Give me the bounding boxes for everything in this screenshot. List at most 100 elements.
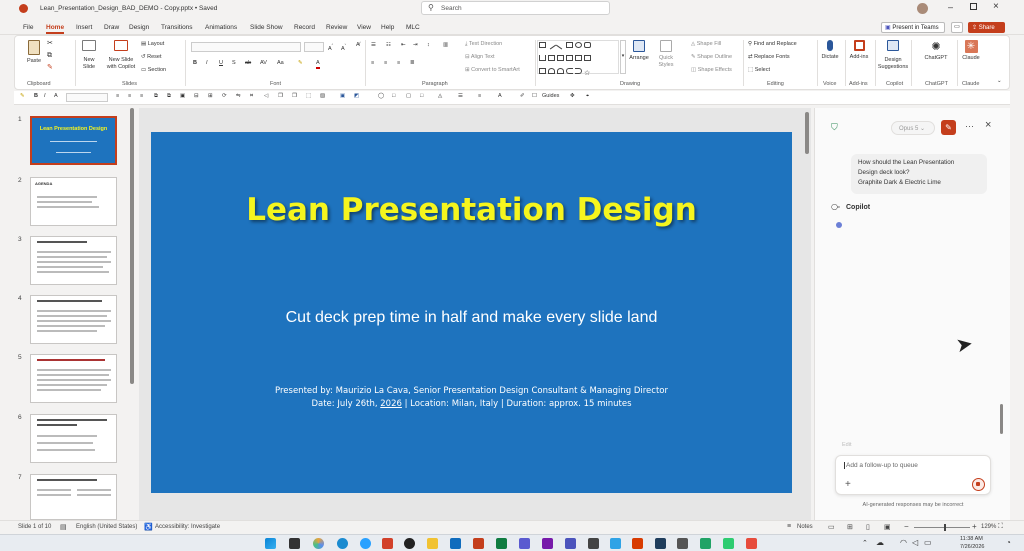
bold-button[interactable]: B	[193, 60, 197, 67]
rounded-rect-shape-icon[interactable]	[584, 42, 591, 48]
app-icon[interactable]	[519, 538, 530, 549]
action-shape-icon[interactable]	[539, 68, 546, 74]
shape-outline-button[interactable]: ✎ Shape Outline	[691, 54, 732, 61]
tab-animations[interactable]: Animations	[205, 24, 237, 31]
rectangle-shape-icon[interactable]: □	[392, 93, 395, 100]
font-color-icon[interactable]: A	[54, 93, 58, 100]
tray-clock-date[interactable]: 7/26/2026	[960, 544, 984, 550]
rectangle-shape-icon[interactable]: □	[420, 93, 423, 100]
file-explorer-icon[interactable]	[427, 538, 438, 549]
excel-icon[interactable]	[496, 538, 507, 549]
align-left-icon[interactable]: ≡	[371, 60, 374, 67]
powerpoint-app-icon[interactable]	[473, 538, 484, 549]
followup-input[interactable]: Add a follow-up to queue	[844, 462, 918, 469]
char-spacing-icon[interactable]: AV	[260, 60, 267, 67]
battery-icon[interactable]: ▭	[924, 538, 932, 547]
wifi-icon[interactable]: ◠	[900, 538, 907, 547]
tab-design[interactable]: Design	[129, 24, 149, 31]
task-view-icon[interactable]	[289, 538, 300, 549]
shapes-gallery[interactable]: ☆	[537, 40, 619, 77]
notes-button[interactable]: Notes	[797, 524, 813, 530]
restore-button[interactable]	[970, 3, 977, 10]
language-status[interactable]: English (United States)	[76, 524, 137, 530]
tray-chevron-icon[interactable]: ⌃	[862, 539, 868, 547]
share-button[interactable]: ⇪ Share	[968, 22, 1005, 33]
more-options-icon[interactable]: ⋯	[965, 121, 974, 132]
current-slide[interactable]: Lean Presentation Design Cut deck prep t…	[151, 132, 792, 493]
chatgpt-button[interactable]: ✺ ChatGPT	[923, 40, 949, 62]
app-icon[interactable]	[588, 538, 599, 549]
bullets-icon[interactable]: ☰	[371, 42, 376, 49]
right-arrow-shape-icon[interactable]	[566, 55, 573, 61]
qat-font-dropdown[interactable]	[66, 93, 108, 102]
shrink-font-icon[interactable]: Aˇ	[341, 42, 346, 53]
tray-icon[interactable]: ☁	[876, 538, 884, 547]
shapes-more-button[interactable]: ▾	[620, 40, 626, 74]
app-icon[interactable]	[700, 538, 711, 549]
app-icon[interactable]	[632, 538, 643, 549]
slideshow-icon[interactable]: ▣	[884, 523, 891, 531]
thumbnail-slide-1[interactable]: Lean Presentation Design	[30, 116, 117, 165]
model-selector[interactable]: Opus 5 ⌄	[891, 121, 935, 135]
app-icon[interactable]	[382, 538, 393, 549]
zoom-slider[interactable]	[914, 524, 970, 531]
stop-button[interactable]	[972, 478, 985, 491]
fit-slide-icon[interactable]: ⛶	[998, 523, 1003, 531]
collapse-ribbon-icon[interactable]: ⌄	[997, 78, 1002, 85]
line-spacing-icon[interactable]: ↕	[427, 42, 430, 49]
rectangle-shape-icon[interactable]	[566, 42, 573, 48]
arrow-left-icon[interactable]: ◁	[264, 93, 268, 100]
columns-icon[interactable]: ▥	[443, 42, 448, 49]
decrease-indent-icon[interactable]: ⇤	[401, 42, 406, 49]
tab-review[interactable]: Review	[326, 24, 347, 31]
dictate-button[interactable]: Dictate	[818, 40, 842, 61]
font-color-icon[interactable]: A	[498, 93, 502, 100]
thumbnail-slide-7[interactable]	[30, 474, 117, 520]
font-name-dropdown[interactable]	[191, 42, 301, 52]
arrange-button[interactable]: Arrange	[628, 40, 650, 62]
brace-shape-icon[interactable]	[575, 68, 582, 74]
app-icon[interactable]	[677, 538, 688, 549]
present-in-teams-button[interactable]: ▣ Present in Teams	[881, 22, 945, 33]
tab-record[interactable]: Record	[294, 24, 315, 31]
editor-scrollbar[interactable]	[805, 112, 809, 154]
pentagon-shape-icon[interactable]	[584, 55, 591, 61]
windows-start-icon[interactable]	[265, 538, 276, 549]
teams-app-icon[interactable]	[565, 538, 576, 549]
attach-plus-icon[interactable]: +	[845, 479, 851, 490]
notification-icon[interactable]: ◔	[1006, 538, 1011, 547]
selection-pane-icon[interactable]: ⬚	[306, 93, 311, 100]
app-icon[interactable]	[723, 538, 734, 549]
thumbnails-scrollbar[interactable]	[130, 108, 134, 384]
underline-button[interactable]: U	[219, 60, 223, 67]
elbow-connector-icon[interactable]	[557, 55, 564, 61]
chatgpt-app-icon[interactable]	[404, 538, 415, 549]
text-box-icon[interactable]: ▣	[340, 93, 345, 100]
thumbnail-slide-5[interactable]	[30, 354, 117, 403]
fill-color-icon[interactable]: ◬	[438, 93, 442, 100]
outline-icon[interactable]: ☰	[458, 93, 463, 100]
align-objects-icon[interactable]: ⊟	[194, 93, 199, 100]
tab-draw[interactable]: Draw	[104, 24, 119, 31]
line-shape-icon[interactable]	[555, 40, 566, 50]
align-right-icon[interactable]: ≡	[140, 93, 143, 100]
bring-forward-icon[interactable]: ⧉	[154, 93, 158, 100]
numbering-icon[interactable]: ☷	[386, 42, 391, 49]
reading-view-icon[interactable]: ▯	[866, 523, 870, 531]
align-left-icon[interactable]: ≡	[116, 93, 119, 100]
slide-date-line[interactable]: Date: July 26th, 2026 | Location: Milan,…	[151, 399, 792, 409]
font-size-dropdown[interactable]	[304, 42, 324, 52]
picture-icon[interactable]: ▨	[320, 93, 325, 100]
thumbnail-slide-4[interactable]	[30, 295, 117, 344]
new-slide-button[interactable]: New Slide	[78, 40, 100, 71]
cut-button[interactable]: ✂	[47, 40, 53, 47]
curve-shape-icon[interactable]	[557, 68, 564, 74]
zoom-level[interactable]: 129%	[981, 524, 996, 530]
search-box[interactable]: ⚲ Search	[421, 1, 610, 15]
pin-icon[interactable]: ✥	[570, 93, 575, 100]
followup-input-box[interactable]: Add a follow-up to queue +	[835, 455, 991, 495]
star-shape-icon[interactable]: ☆	[584, 70, 591, 77]
copilot-app-icon[interactable]	[313, 538, 324, 549]
select-button[interactable]: ⬚ Select	[748, 67, 770, 74]
tab-view[interactable]: View	[357, 24, 371, 31]
